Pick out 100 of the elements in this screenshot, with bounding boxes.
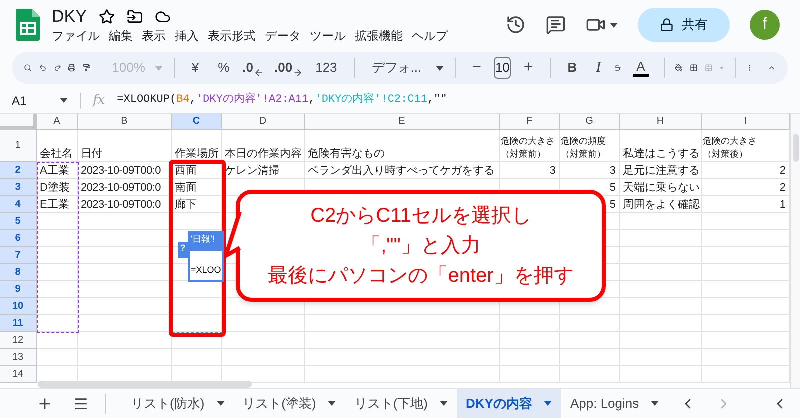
column-header[interactable]: C (172, 114, 222, 130)
help-badge[interactable]: ? (178, 242, 188, 258)
table-cell: 本日の作業内容 (222, 130, 305, 162)
column-header[interactable]: B (78, 114, 172, 130)
history-icon[interactable] (506, 15, 526, 35)
column-header[interactable]: I (702, 114, 790, 130)
table-cell: 2023-10-09T00:0 (78, 179, 172, 196)
row-header[interactable]: 13 (0, 349, 37, 366)
scrollbar-thumb[interactable] (792, 134, 798, 162)
table-cell: 2023-10-09T00:0 (78, 196, 172, 213)
all-sheets-icon[interactable] (73, 396, 89, 412)
vertical-scrollbar[interactable] (790, 114, 800, 388)
table-cell: D塗装 (37, 179, 78, 196)
column-header[interactable]: H (620, 114, 702, 130)
table-cell (37, 264, 78, 281)
row-header[interactable]: 4 (0, 196, 37, 213)
row-header[interactable]: 12 (0, 332, 37, 349)
menu-item[interactable]: ヘルプ (412, 28, 448, 44)
column-header[interactable]: F (500, 114, 560, 130)
sheet-tab[interactable]: リスト(塗装) (234, 388, 346, 418)
row-header[interactable]: 1 (0, 130, 37, 162)
number-format-button[interactable]: 123 (310, 58, 344, 78)
menu-item[interactable]: 編集 (109, 28, 133, 44)
sheet-tab[interactable]: リスト(防水) (122, 388, 234, 418)
font-dropdown[interactable]: デフォ... (366, 58, 428, 78)
fx-label: fx (93, 92, 106, 110)
menu-item[interactable]: 表示 (142, 28, 166, 44)
formula-preview: =XLOO (188, 249, 224, 282)
sheet-tab[interactable]: リスト(下地) (345, 388, 458, 418)
menu-item[interactable]: 拡張機能 (355, 28, 403, 44)
table-cell (172, 315, 222, 332)
table-cell: 危険有害なもの (305, 130, 500, 162)
row-header[interactable]: 14 (0, 366, 37, 383)
caret-icon[interactable] (436, 66, 444, 70)
currency-button[interactable]: ¥ (186, 58, 206, 78)
arrow-right-icon[interactable] (292, 68, 303, 78)
table-cell (560, 349, 620, 366)
add-sheet-icon[interactable] (37, 396, 53, 412)
sheet-tab[interactable]: App: Logins (561, 388, 668, 418)
table-cell: A工業 (37, 162, 78, 179)
row-header[interactable]: 3 (0, 179, 37, 196)
table-cell: 私達はこうする (620, 130, 702, 162)
cloud-icon[interactable] (154, 9, 171, 25)
arrow-left-icon[interactable] (254, 68, 264, 78)
comment-icon[interactable] (546, 15, 566, 35)
italic-button[interactable]: I (590, 56, 608, 80)
table-cell: 3 (560, 162, 620, 179)
menu-item[interactable]: ツール (310, 28, 346, 44)
table-cell: 危険の大きさ （対策前） (500, 130, 560, 162)
row-header[interactable]: 5 (0, 213, 37, 230)
menu-item[interactable]: 挿入 (175, 28, 199, 44)
caret-icon (440, 401, 448, 406)
table-cell (37, 230, 78, 247)
column-header[interactable]: E (305, 114, 500, 130)
table-cell (37, 247, 78, 264)
star-icon[interactable] (98, 9, 115, 25)
table-cell: 周囲をよく確認 (620, 196, 702, 213)
table-cell (500, 332, 560, 349)
formula-field[interactable]: =XLOOKUP(B4,'DKYの内容'!A2:A11,'DKYの内容'!C2:C11,"" (117, 92, 448, 109)
table-cell (37, 281, 78, 298)
row-header[interactable]: 11 (0, 315, 37, 332)
caret-icon[interactable] (60, 98, 68, 103)
caret-icon (328, 401, 336, 406)
column-header[interactable]: G (560, 114, 620, 130)
name-box[interactable]: A1 (12, 92, 27, 110)
table-cell: ベランダ出入り時すべってケガをする (305, 162, 500, 179)
row-header[interactable]: 8 (0, 264, 37, 281)
row-header[interactable]: 2 (0, 162, 37, 179)
horizontal-scrollbar[interactable] (38, 381, 252, 388)
lock-icon (660, 18, 674, 32)
row-header[interactable]: 6 (0, 230, 37, 247)
increase-font-size-button[interactable]: + (518, 56, 540, 80)
table-cell (500, 315, 560, 332)
caret-icon[interactable] (610, 22, 618, 28)
menu-item[interactable]: 表示形式 (208, 28, 256, 44)
document-title[interactable]: DKY (52, 7, 87, 27)
row-header[interactable]: 10 (0, 298, 37, 315)
table-cell (500, 366, 560, 383)
percent-button[interactable]: % (212, 58, 236, 78)
decrease-font-size-button[interactable]: − (466, 56, 488, 80)
table-cell (560, 366, 620, 383)
menu-item[interactable]: データ (265, 28, 301, 44)
row-header[interactable]: 7 (0, 247, 37, 264)
table-cell: ケレン清掃 (222, 162, 305, 179)
font-size-field[interactable]: 10 (494, 57, 511, 79)
sheet-tab[interactable]: DKYの内容 (457, 388, 562, 418)
column-header[interactable]: A (37, 114, 78, 130)
increase-decimal-button[interactable]: .00 (274, 58, 293, 78)
menu-item[interactable]: ファイル (52, 28, 100, 44)
decrease-decimal-button[interactable]: .0 (242, 58, 254, 78)
table-cell: 作業場所 (172, 130, 222, 162)
share-button[interactable]: 共有 (638, 8, 730, 42)
bold-button[interactable]: B (562, 58, 584, 78)
folder-icon[interactable] (126, 9, 143, 25)
sheets-logo-icon[interactable] (16, 9, 40, 41)
table-cell (560, 315, 620, 332)
row-header[interactable]: 9 (0, 281, 37, 298)
column-header[interactable]: D (222, 114, 305, 130)
table-cell: 足元に注意する (620, 162, 702, 179)
text-color-button[interactable]: A (628, 60, 653, 76)
